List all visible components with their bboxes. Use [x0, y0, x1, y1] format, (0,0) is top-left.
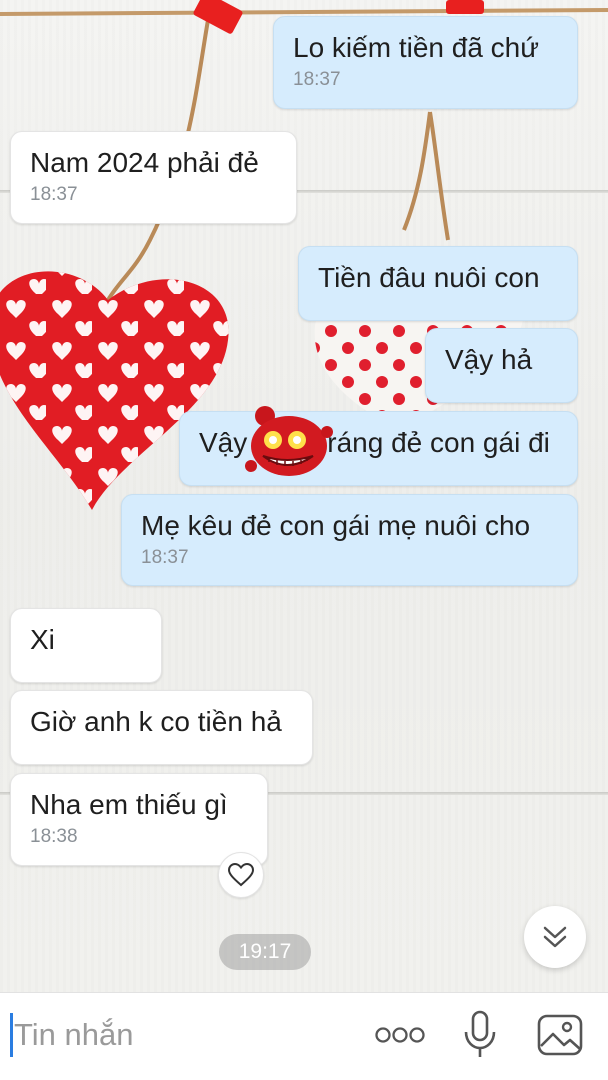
more-dots-icon: [375, 1027, 425, 1043]
message-bubble-outgoing[interactable]: Vậy hả: [425, 328, 578, 403]
time-separator-chip: 19:17: [219, 934, 311, 970]
message-bubble-incoming[interactable]: Nam 2024 phải đẻ 18:37: [10, 131, 297, 224]
heart-outline-icon: [228, 863, 254, 887]
message-time: 18:37: [141, 547, 189, 568]
reaction-button[interactable]: [218, 852, 264, 898]
message-bubble-incoming[interactable]: Nha em thiếu gì 18:38: [10, 773, 268, 866]
message-bubble-outgoing[interactable]: Vậy ráng đẻ con gái đi: [179, 411, 578, 486]
grinning-red-creature-sticker[interactable]: [243, 404, 335, 480]
voice-button[interactable]: [458, 1009, 502, 1061]
message-bubble-incoming[interactable]: Giờ anh k co tiền hả: [10, 690, 313, 765]
message-bubble-outgoing[interactable]: Tiền đâu nuôi con: [298, 246, 578, 321]
message-text: Tiền đâu nuôi con: [318, 262, 540, 293]
message-text: Mẹ kêu đẻ con gái mẹ nuôi cho: [141, 510, 531, 541]
microphone-icon: [464, 1010, 496, 1057]
image-button[interactable]: [534, 1009, 586, 1061]
message-text: Nha em thiếu gì: [30, 789, 228, 820]
image-icon: [537, 1014, 583, 1056]
message-text: Lo kiếm tiền đã chứ: [293, 32, 539, 63]
message-bubble-incoming[interactable]: Xi: [10, 608, 162, 683]
more-button[interactable]: [370, 1009, 430, 1061]
message-text-right: ráng đẻ con gái đi: [327, 427, 550, 458]
message-time: 18:38: [30, 826, 78, 847]
message-text: Giờ anh k co tiền hả: [30, 706, 282, 737]
message-composer: [0, 992, 608, 1080]
message-text-left: Vậy: [199, 427, 248, 458]
double-chevron-down-icon: [543, 926, 567, 948]
message-bubble-outgoing[interactable]: Lo kiếm tiền đã chứ 18:37: [273, 16, 578, 109]
message-input[interactable]: [14, 1011, 314, 1059]
scroll-to-bottom-button[interactable]: [524, 906, 586, 968]
message-text: Vậy hả: [445, 344, 533, 375]
message-time: 18:37: [30, 184, 78, 205]
message-time: 18:37: [293, 69, 341, 90]
message-bubble-outgoing[interactable]: Mẹ kêu đẻ con gái mẹ nuôi cho 18:37: [121, 494, 578, 586]
text-cursor: [10, 1013, 13, 1057]
message-text: Xi: [30, 624, 55, 655]
message-text: Nam 2024 phải đẻ: [30, 147, 259, 178]
